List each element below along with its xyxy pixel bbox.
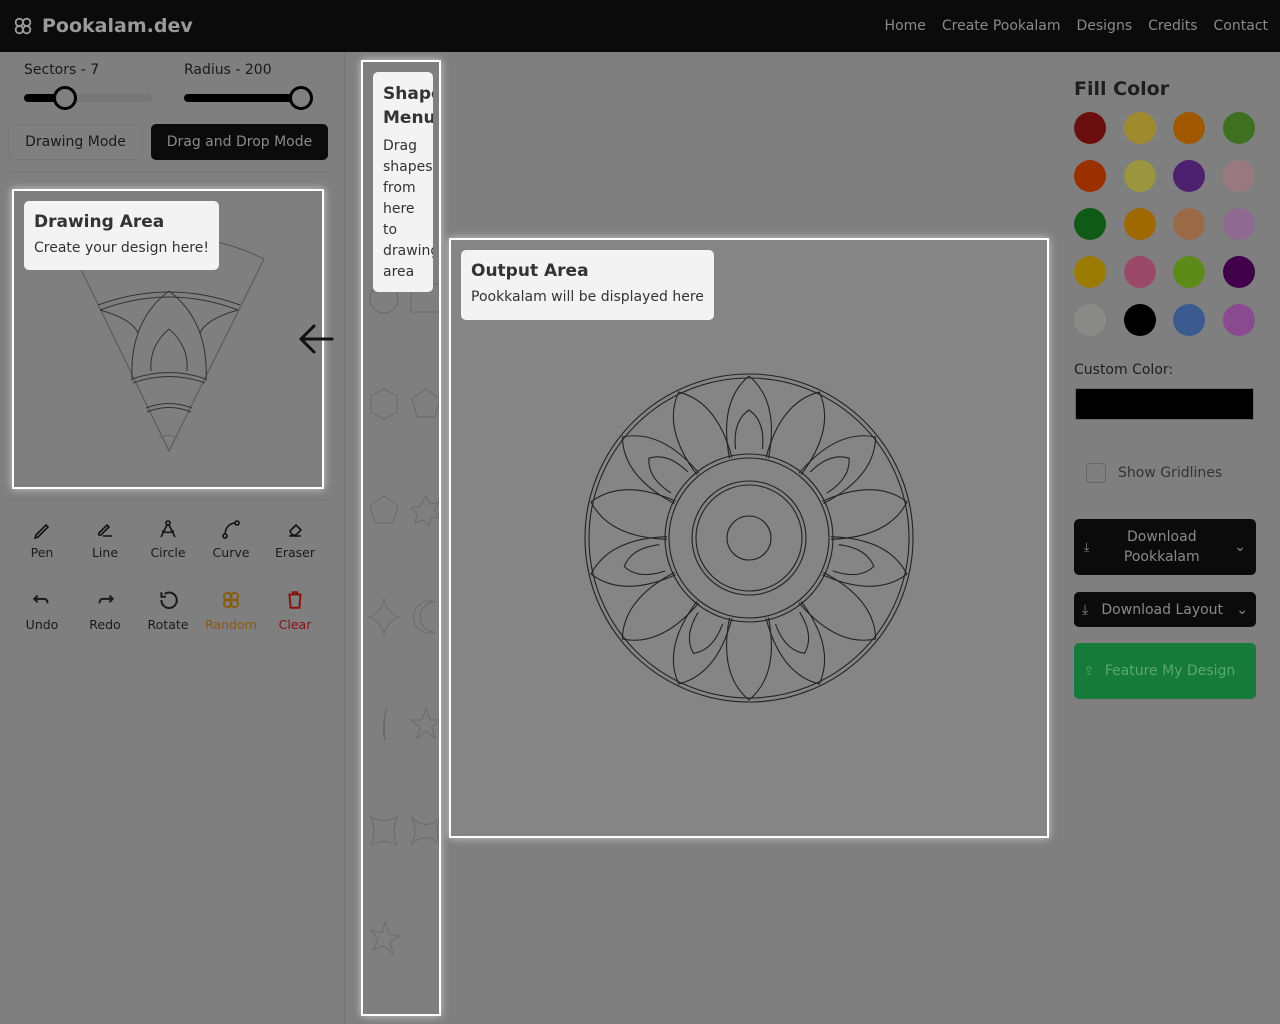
tooltip-text: Drag shapes from here to drawing area — [383, 138, 433, 280]
pinwheel-shape — [369, 920, 401, 956]
color-swatch[interactable] — [1123, 256, 1156, 288]
tooltip-text: Pookkalam will be displayed here — [471, 289, 704, 305]
color-swatch[interactable] — [1222, 304, 1255, 336]
brand-name: Pookalam.dev — [42, 15, 193, 37]
color-swatch[interactable] — [1222, 256, 1255, 288]
tool-eraser[interactable]: Eraser — [265, 519, 325, 560]
four-point-star-shape — [367, 598, 401, 636]
color-swatch[interactable] — [1222, 160, 1255, 192]
star-burst-shape — [410, 494, 439, 527]
action-clear[interactable]: Clear — [265, 589, 325, 632]
custom-color-input[interactable] — [1075, 388, 1254, 420]
tooltip-title: Output Area — [471, 261, 589, 281]
color-swatch[interactable] — [1123, 208, 1156, 240]
color-swatch[interactable] — [1074, 304, 1106, 336]
pookkalam-output — [584, 373, 914, 703]
nav-create-pookalam[interactable]: Create Pookalam — [942, 18, 1061, 34]
chevron-down-icon: ⌄ — [1234, 539, 1246, 555]
square-petal-shape — [369, 815, 399, 847]
download-pookkalam-button[interactable]: ⤓ Download Pookkalam ⌄ — [1074, 519, 1256, 575]
custom-color-label: Custom Color: — [1074, 362, 1174, 378]
nav-home[interactable]: Home — [885, 18, 926, 34]
color-swatch[interactable] — [1222, 208, 1255, 240]
pentagon-shape — [411, 388, 439, 418]
trash-icon — [288, 591, 302, 609]
download-icon: ⤓ — [1082, 601, 1089, 618]
undo-icon — [32, 594, 49, 604]
gridlines-checkbox[interactable] — [1086, 463, 1106, 483]
left-panel: Sectors - 7 Radius - 200 Drawing Mode Dr… — [0, 52, 345, 1024]
color-swatch[interactable] — [1123, 160, 1156, 192]
hexagon-shape — [370, 388, 398, 420]
right-panel: Fill Color Custom Color: Show Gridlines … — [1060, 52, 1280, 1024]
action-rotate[interactable]: Rotate — [138, 589, 198, 632]
tool-curve[interactable]: Curve — [201, 519, 261, 560]
upload-icon: ⇪ — [1084, 664, 1095, 678]
drawing-mode-button[interactable]: Drawing Mode — [8, 124, 143, 160]
tooltip-text: Create your design here! — [34, 240, 209, 256]
rotate-icon — [160, 591, 178, 609]
color-swatch[interactable] — [1123, 304, 1156, 336]
chevron-down-icon: ⌄ — [1236, 601, 1248, 618]
feature-design-button[interactable]: ⇪ Feature My Design — [1074, 643, 1256, 699]
tooltip-title: Shape Menu — [383, 84, 433, 128]
tool-pen[interactable]: Pen — [12, 519, 72, 560]
color-swatch[interactable] — [1074, 112, 1106, 144]
leaf-shape — [382, 706, 388, 741]
butterfly-shape — [410, 816, 439, 846]
radius-label: Radius - 200 — [184, 62, 272, 78]
redo-icon — [98, 594, 115, 604]
brand-logo[interactable]: Pookalam.dev — [12, 15, 193, 37]
tool-line[interactable]: Line — [75, 519, 135, 560]
flower-icon — [222, 591, 240, 609]
navbar: Pookalam.dev Home Create Pookalam Design… — [0, 0, 1280, 52]
download-layout-button[interactable]: ⤓ Download Layout ⌄ — [1074, 592, 1256, 627]
action-random[interactable]: Random — [201, 589, 261, 632]
crescent-shape — [413, 600, 436, 634]
action-undo[interactable]: Undo — [12, 589, 72, 632]
nav-credits[interactable]: Credits — [1148, 18, 1197, 34]
pen-icon — [33, 523, 50, 539]
color-swatch[interactable] — [1074, 160, 1106, 192]
action-redo[interactable]: Redo — [75, 589, 135, 632]
line-icon — [98, 523, 112, 537]
shape-menu-tooltip: Shape Menu Drag shapes from here to draw… — [373, 72, 433, 292]
curve-icon — [222, 520, 240, 539]
color-swatch[interactable] — [1222, 112, 1255, 144]
drag-drop-mode-button[interactable]: Drag and Drop Mode — [151, 124, 328, 160]
output-area — [449, 238, 1049, 838]
color-swatch[interactable] — [1074, 256, 1106, 288]
color-swatch[interactable] — [1173, 208, 1205, 240]
sectors-label: Sectors - 7 — [24, 62, 100, 78]
drawing-area-tooltip: Drawing Area Create your design here! — [24, 201, 219, 270]
color-swatch[interactable] — [1173, 112, 1205, 144]
color-swatch[interactable] — [1123, 112, 1156, 144]
tool-circle[interactable]: Circle — [138, 519, 198, 560]
output-area-tooltip: Output Area Pookkalam will be displayed … — [461, 250, 714, 320]
tooltip-title: Drawing Area — [34, 212, 165, 232]
compass-icon — [160, 520, 176, 538]
gridlines-label: Show Gridlines — [1118, 465, 1223, 481]
arrow-left-icon — [298, 324, 334, 354]
flower-logo-icon — [14, 17, 32, 35]
color-swatch[interactable] — [1173, 160, 1205, 192]
star-shape — [409, 707, 439, 740]
fill-color-title: Fill Color — [1074, 78, 1170, 100]
nav-designs[interactable]: Designs — [1076, 18, 1132, 34]
pentagon-shape-2 — [369, 495, 399, 524]
eraser-icon — [289, 523, 303, 537]
color-swatch[interactable] — [1173, 304, 1205, 336]
nav-contact[interactable]: Contact — [1214, 18, 1268, 34]
color-swatch[interactable] — [1173, 256, 1205, 288]
color-swatch[interactable] — [1074, 208, 1106, 240]
